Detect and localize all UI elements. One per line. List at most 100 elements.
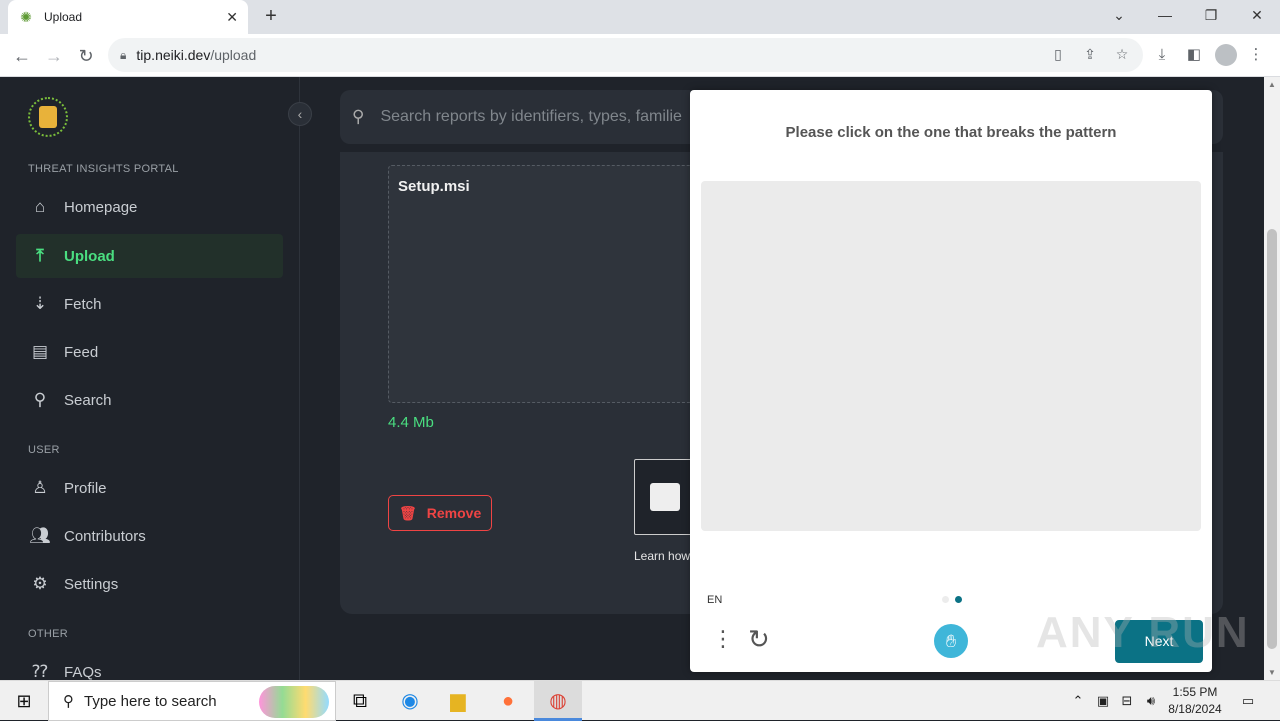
close-tab-icon[interactable]: ✕ <box>226 9 238 26</box>
taskbar-search-placeholder: Type here to search <box>84 692 217 710</box>
menu-kebab-icon[interactable]: ⋮ <box>1244 43 1268 67</box>
sidebar-item-label: Settings <box>64 575 119 593</box>
section-label-portal: THREAT INSIGHTS PORTAL <box>28 163 179 175</box>
report-search-input[interactable] <box>380 108 701 126</box>
sidebar-item-label: Fetch <box>64 295 102 313</box>
search-highlight-icon <box>259 686 329 718</box>
firefox-icon[interactable]: ● <box>484 681 532 721</box>
scroll-down-icon[interactable]: ▼ <box>1268 668 1276 677</box>
search-icon: ⚲ <box>352 107 365 126</box>
section-label-user: USER <box>28 444 60 456</box>
trash-icon: 🗑︎ <box>399 504 417 521</box>
collapse-sidebar-button[interactable]: ‹ <box>288 102 312 126</box>
sidebar-item-label: Upload <box>64 247 115 265</box>
taskbar-search-box[interactable]: ⚲ Type here to search <box>48 681 336 721</box>
forward-icon[interactable]: → <box>40 42 68 70</box>
sidebar-item-upload[interactable]: ⤒ Upload <box>16 234 283 278</box>
captcha-dialog: Please click on the one that breaks the … <box>690 90 1212 672</box>
remove-file-button[interactable]: 🗑︎ Remove <box>388 495 492 531</box>
scrollbar-thumb[interactable] <box>1267 229 1277 649</box>
sidebar-item-homepage[interactable]: ⌂ Homepage <box>16 185 283 229</box>
sidebar-item-label: Search <box>64 391 112 409</box>
learn-how-link[interactable]: Learn how <box>634 549 690 563</box>
restore-button[interactable]: ❐ <box>1188 0 1234 30</box>
sidebar-item-label: Contributors <box>64 527 146 545</box>
tab-search-icon[interactable]: ⌄ <box>1096 0 1142 30</box>
profile-icon: ♙ <box>32 478 48 497</box>
remove-button-label: Remove <box>426 505 482 521</box>
device-icon[interactable]: ▣ <box>1092 681 1114 721</box>
new-tab-button[interactable]: + <box>259 4 283 28</box>
notifications-icon[interactable]: ▭ <box>1236 681 1260 721</box>
sidebar-item-label: FAQs <box>64 663 102 681</box>
sidebar-item-fetch[interactable]: ⇣ Fetch <box>16 282 283 326</box>
clock-date: 8/18/2024 <box>1168 702 1222 716</box>
portal-logo[interactable] <box>28 97 68 137</box>
back-icon[interactable]: ← <box>8 42 36 70</box>
windows-taskbar: ⊞ ⚲ Type here to search ⧉ ◉ ▆ ● ◍ ⌃ ▣ ⊟ … <box>0 680 1280 721</box>
browser-toolbar: ← → ↻ 🔒︎ tip.neiki.dev/upload ▯ ⇪ ☆ ⤓ ◧ … <box>0 34 1280 77</box>
url-host: tip.neiki.dev <box>136 47 211 63</box>
windows-start-icon[interactable]: ⊞ <box>0 681 48 721</box>
sidebar-item-settings[interactable]: ⚙ Settings <box>16 562 283 606</box>
contributors-icon: 👥︎ <box>29 526 51 545</box>
network-icon[interactable]: ⊟ <box>1116 681 1138 721</box>
sidebar-item-faqs[interactable]: ⁇ FAQs <box>16 650 283 680</box>
sidebar-item-search[interactable]: ⚲ Search <box>16 378 283 422</box>
address-bar[interactable]: 🔒︎ tip.neiki.dev/upload <box>108 38 1143 72</box>
sidebar-item-contributors[interactable]: 👥︎ Contributors <box>16 514 283 558</box>
captcha-next-button[interactable]: Next <box>1115 620 1203 663</box>
browser-tab-strip: ✺ Upload ✕ + ⌄ — ❐ ✕ <box>0 0 1280 34</box>
sidebar-item-label: Homepage <box>64 198 138 216</box>
faq-icon: ⁇ <box>32 662 48 680</box>
clock-time: 1:55 PM <box>1172 685 1218 699</box>
fetch-download-icon: ⇣ <box>32 294 48 313</box>
page-info-icon[interactable]: ▯ <box>1046 42 1070 66</box>
close-window-button[interactable]: ✕ <box>1234 0 1280 30</box>
scroll-up-icon[interactable]: ▲ <box>1268 80 1276 89</box>
download-icon[interactable]: ⤓ <box>1150 43 1174 67</box>
sidebar: ‹ THREAT INSIGHTS PORTAL ⌂ Homepage ⤒ Up… <box>0 77 312 680</box>
browser-tab[interactable]: ✺ Upload ✕ <box>8 0 248 34</box>
uploaded-filesize: 4.4 Mb <box>388 414 434 431</box>
show-hidden-icons-icon[interactable]: ⌃ <box>1068 681 1088 721</box>
sidebar-item-label: Profile <box>64 479 107 497</box>
search-icon: ⚲ <box>63 693 74 710</box>
uploaded-filename: Setup.msi <box>398 178 470 195</box>
side-panel-icon[interactable]: ◧ <box>1182 43 1206 67</box>
reload-icon[interactable]: ↻ <box>72 42 100 70</box>
feed-icon: ▤ <box>31 342 49 361</box>
captcha-progress-dots <box>942 596 962 603</box>
volume-icon[interactable]: 🔊︎ <box>1140 681 1162 721</box>
captcha-menu-icon[interactable]: ⋮ <box>712 628 734 650</box>
minimize-button[interactable]: — <box>1142 0 1188 30</box>
progress-dot-active <box>955 596 962 603</box>
file-explorer-icon[interactable]: ▆ <box>434 681 482 721</box>
share-icon[interactable]: ⇪ <box>1078 42 1102 66</box>
gear-icon: ⚙ <box>32 574 48 593</box>
progress-dot <box>942 596 949 603</box>
tab-title: Upload <box>44 10 83 24</box>
upload-icon: ⤒ <box>36 246 44 265</box>
profile-avatar-icon[interactable] <box>1215 44 1237 66</box>
page-scrollbar[interactable]: ▲ ▼ <box>1264 77 1280 680</box>
edge-browser-icon[interactable]: ◉ <box>386 681 434 721</box>
search-icon: ⚲ <box>33 390 47 409</box>
bookmark-star-icon[interactable]: ☆ <box>1110 42 1134 66</box>
section-label-other: OTHER <box>28 628 68 640</box>
chrome-icon[interactable]: ◍ <box>534 681 582 721</box>
sidebar-item-feed[interactable]: ▤ Feed <box>16 330 283 374</box>
hcaptcha-logo-icon: ✋︎ <box>934 624 968 658</box>
url-path: /upload <box>210 47 257 63</box>
captcha-refresh-icon[interactable]: ↻ <box>748 624 770 655</box>
sidebar-item-label: Feed <box>64 343 99 361</box>
taskbar-clock[interactable]: 1:55 PM 8/18/2024 <box>1160 684 1230 718</box>
task-view-icon[interactable]: ⧉ <box>336 681 384 721</box>
captcha-prompt: Please click on the one that breaks the … <box>785 124 1117 141</box>
home-icon: ⌂ <box>34 197 46 216</box>
captcha-image-area[interactable] <box>701 181 1201 531</box>
captcha-language-selector[interactable]: EN <box>707 594 722 606</box>
site-favicon-icon: ✺ <box>20 9 32 25</box>
lock-icon: 🔒︎ <box>120 47 127 62</box>
sidebar-item-profile[interactable]: ♙ Profile <box>16 466 283 510</box>
